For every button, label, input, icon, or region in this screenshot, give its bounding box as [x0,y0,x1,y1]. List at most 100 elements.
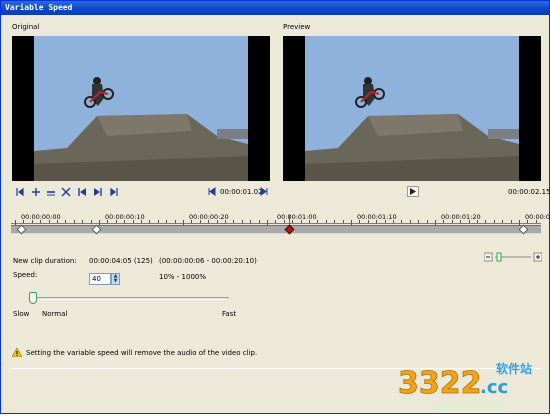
timeline-tick [91,220,92,223]
timeline-tick [301,220,302,223]
timeline-tick [452,220,453,223]
start-icon[interactable] [76,186,87,197]
title-bar[interactable]: Variable Speed [1,1,549,15]
mark-out-icon[interactable] [108,186,119,197]
fast-label: Fast [222,310,237,318]
play-button[interactable] [407,186,419,197]
timeline-tick [485,220,486,223]
speed-slider-thumb[interactable] [29,292,37,304]
preview-label: Preview [283,23,311,31]
timeline-track[interactable] [11,225,541,234]
timeline-tick [217,220,218,223]
timeline-tick [368,220,369,223]
timeline-tick [401,220,402,223]
window-title: Variable Speed [5,3,73,12]
mark-in-plus-icon[interactable] [30,186,41,197]
timeline-tick [183,220,184,225]
timeline-tick [317,220,318,223]
timeline-tick [23,220,24,223]
speed-label: Speed: [13,271,38,279]
timeline-tick-label: 00:00:01:00 [277,213,317,221]
timeline-tick [519,220,520,225]
preview-timecode: 00:00:02.15 [508,188,550,196]
warning-icon [12,348,22,357]
timeline-tick [158,220,159,223]
speed-input[interactable] [89,273,111,285]
timeline-tick [351,220,352,225]
timeline-tick-label: 00:00:02:00 [525,213,550,221]
timeline-tick [233,220,234,223]
mark-out-minus-icon[interactable] [45,186,56,197]
timeline-tick [502,220,503,223]
timeline-tick [385,220,386,223]
timeline-tick [393,220,394,223]
timeline-tick [435,220,436,225]
timeline-tick [527,220,528,223]
timeline-tick [536,220,537,223]
original-video-image [12,36,270,181]
prev-frame-icon[interactable] [206,186,217,197]
timeline-tick [133,220,134,223]
timeline-tick [477,220,478,223]
timeline-tick [292,220,293,223]
timeline-tick [191,220,192,223]
timeline-tick [376,220,377,223]
timeline-tick [443,220,444,223]
speed-range: 10% - 1000% [159,273,207,281]
timeline-tick [166,220,167,223]
timeline-tick [49,220,50,223]
timeline-tick [284,220,285,223]
play-icon [410,188,416,195]
timeline-tick [200,220,201,223]
timeline-tick [494,220,495,223]
timeline-tick [40,220,41,223]
timeline-tick [418,220,419,223]
spin-down-icon[interactable]: ▼ [112,279,119,284]
timeline-tick [511,220,512,223]
timeline-tick [124,220,125,223]
variable-speed-dialog: Variable Speed Original Preview 00:00:01… [0,0,550,414]
timeline-tick [259,220,260,223]
timeline-tick [116,220,117,223]
timeline-tick [57,220,58,223]
end-icon[interactable] [92,186,103,197]
timeline-tick [250,220,251,223]
svg-text:3322: 3322 [398,366,482,401]
timeline-tick [149,220,150,223]
timeline-tick [74,220,75,223]
normal-label: Normal [42,310,68,318]
speed-spinner[interactable]: ▲ ▼ [111,273,120,285]
mark-in-icon[interactable] [14,186,25,197]
timeline-tick [267,220,268,225]
preview-video-frame [283,36,541,181]
timeline-tick [141,220,142,223]
timeline-tick [82,220,83,223]
timeline-tick [15,220,16,225]
speed-slider-track[interactable] [30,297,229,300]
timeline[interactable]: 00:00:00:00 00:00:00:10 00:00:00:20 00:00:0… [11,211,550,236]
timeline-tick [326,220,327,223]
original-timecode[interactable]: 00:00:01.02 [220,188,263,196]
zoom-control[interactable] [483,252,543,262]
watermark-logo: 3322 .cc 软件站 [396,353,550,415]
timeline-tick [32,220,33,223]
trim-icon[interactable] [60,186,71,197]
next-frame-icon[interactable] [259,186,270,197]
timeline-tick [275,220,276,223]
timeline-tick [175,220,176,223]
timeline-tick [309,220,310,223]
svg-text:.cc: .cc [480,377,508,398]
new-clip-duration-label: New clip duration: [13,257,77,265]
slow-label: Slow [13,310,30,318]
zoom-thumb [496,252,502,262]
original-video-frame [12,36,270,181]
timeline-tick [427,220,428,223]
timeline-tick [343,220,344,223]
timeline-tick [242,220,243,223]
new-clip-duration-value: 00:00:04:05 (125) [89,257,153,265]
timeline-tick [460,220,461,223]
timeline-ruler [11,223,541,224]
preview-video-image [283,36,541,181]
svg-text:软件站: 软件站 [496,361,532,376]
warning-text: Setting the variable speed will remove t… [26,349,258,357]
